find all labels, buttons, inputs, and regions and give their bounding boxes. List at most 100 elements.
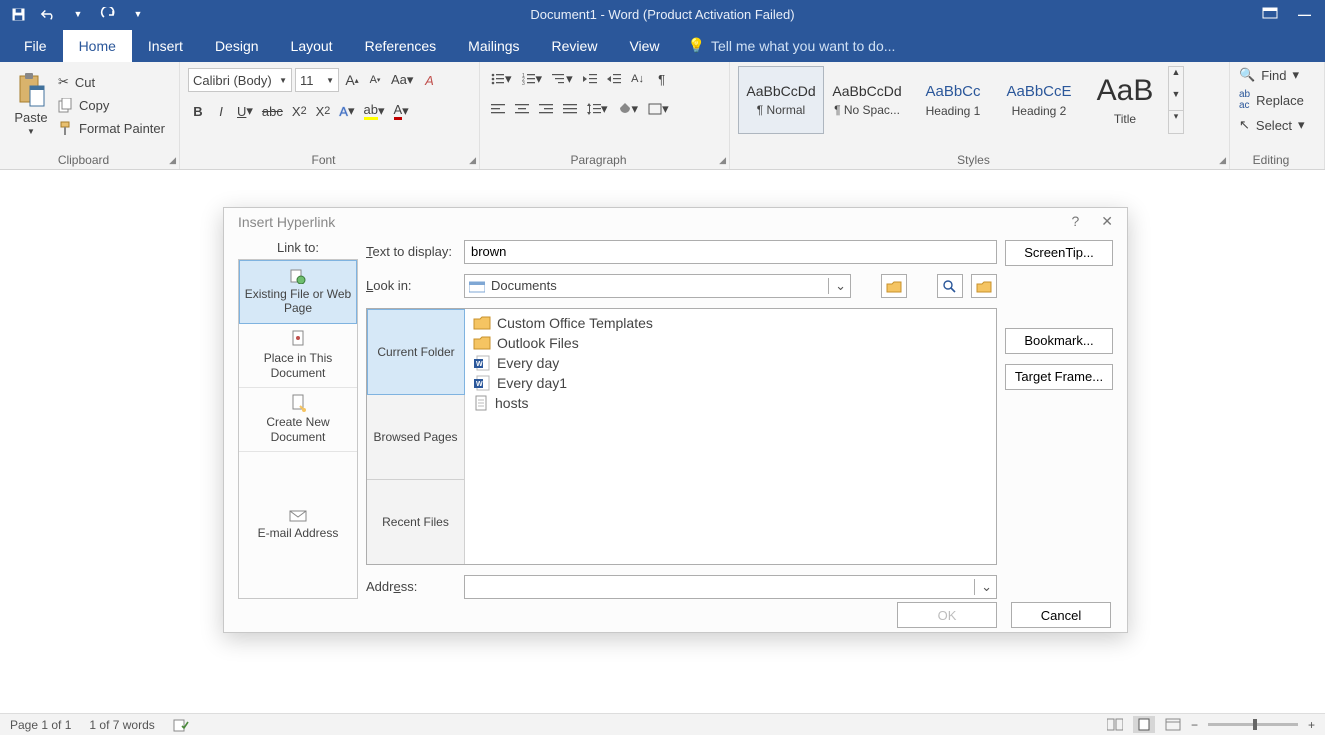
font-color-icon[interactable]: A▾ xyxy=(391,100,412,122)
align-right-icon[interactable] xyxy=(536,98,556,120)
linkto-create-new-document[interactable]: Create New Document xyxy=(239,388,357,452)
numbering-icon[interactable]: 123▾ xyxy=(519,68,546,90)
tab-references[interactable]: References xyxy=(349,30,453,62)
find-button[interactable]: 🔍Find ▾ xyxy=(1238,66,1316,84)
tab-insert[interactable]: Insert xyxy=(132,30,199,62)
bullets-icon[interactable]: ▾ xyxy=(488,68,515,90)
shrink-font-icon[interactable]: A▾ xyxy=(365,69,385,91)
screentip-button[interactable]: ScreenTip... xyxy=(1005,240,1113,266)
style-heading-1[interactable]: AaBbCcHeading 1 xyxy=(910,66,996,134)
print-layout-icon[interactable] xyxy=(1133,716,1155,733)
tab-view[interactable]: View xyxy=(613,30,675,62)
tab-review[interactable]: Review xyxy=(536,30,614,62)
sort-icon[interactable]: A↓ xyxy=(628,68,648,90)
style-heading-2[interactable]: AaBbCcEHeading 2 xyxy=(996,66,1082,134)
grow-font-icon[interactable]: A▴ xyxy=(342,69,362,91)
styles-scroll-down-icon[interactable]: ▼ xyxy=(1169,89,1183,111)
select-button[interactable]: ↖Select ▾ xyxy=(1238,116,1316,134)
undo-icon[interactable] xyxy=(40,6,56,22)
styles-more-icon[interactable]: ▾ xyxy=(1169,110,1183,133)
tab-home[interactable]: Home xyxy=(63,30,132,62)
zoom-in-icon[interactable]: + xyxy=(1308,718,1315,732)
tab-layout[interactable]: Layout xyxy=(275,30,349,62)
lookin-combo[interactable]: Documents ⌄ xyxy=(464,274,851,298)
cancel-button[interactable]: Cancel xyxy=(1011,602,1111,628)
multilevel-list-icon[interactable]: ▾ xyxy=(549,68,576,90)
save-icon[interactable] xyxy=(10,6,26,22)
paste-button[interactable]: Paste ▼ xyxy=(8,68,54,149)
style---normal[interactable]: AaBbCcDd¶ Normal xyxy=(738,66,824,134)
styles-scroll-up-icon[interactable]: ▲ xyxy=(1169,67,1183,89)
copy-button[interactable]: Copy xyxy=(54,96,169,115)
underline-button[interactable]: U▾ xyxy=(234,100,256,122)
linkto-place-in-this-document[interactable]: Place in This Document xyxy=(239,324,357,388)
zoom-slider[interactable] xyxy=(1208,723,1298,726)
browse-tab-recent-files[interactable]: Recent Files xyxy=(367,480,465,564)
file-item[interactable]: Custom Office Templates xyxy=(469,313,992,333)
line-spacing-icon[interactable]: ▾ xyxy=(584,98,611,120)
undo-dropdown-icon[interactable]: ▼ xyxy=(70,6,86,22)
clipboard-launcher-icon[interactable]: ◢ xyxy=(169,155,176,166)
ribbon-display-icon[interactable] xyxy=(1262,7,1278,22)
style---no-spac---[interactable]: AaBbCcDd¶ No Spac... xyxy=(824,66,910,134)
file-item[interactable]: WEvery day xyxy=(469,353,992,373)
zoom-out-icon[interactable]: − xyxy=(1191,718,1198,732)
tab-mailings[interactable]: Mailings xyxy=(452,30,535,62)
replace-button[interactable]: abacReplace xyxy=(1238,88,1316,112)
align-center-icon[interactable] xyxy=(512,98,532,120)
browse-web-icon[interactable] xyxy=(937,274,963,298)
spellcheck-icon[interactable] xyxy=(173,718,189,732)
up-folder-icon[interactable] xyxy=(881,274,907,298)
decrease-indent-icon[interactable] xyxy=(580,68,600,90)
help-icon[interactable]: ? xyxy=(1071,213,1079,230)
close-icon[interactable]: ✕ xyxy=(1101,213,1113,230)
font-size-combo[interactable]: 11▼ xyxy=(295,68,339,92)
italic-button[interactable]: I xyxy=(211,100,231,122)
font-name-combo[interactable]: Calibri (Body)▼ xyxy=(188,68,292,92)
linkto-icon xyxy=(290,394,306,412)
bookmark-button[interactable]: Bookmark... xyxy=(1005,328,1113,354)
show-marks-icon[interactable]: ¶ xyxy=(652,68,672,90)
shading-icon[interactable]: ▾ xyxy=(615,98,642,120)
align-left-icon[interactable] xyxy=(488,98,508,120)
font-launcher-icon[interactable]: ◢ xyxy=(469,155,476,166)
linkto-existing-file-or-web-page[interactable]: Existing File or Web Page xyxy=(239,260,357,324)
file-item[interactable]: hosts xyxy=(469,393,992,413)
address-combo[interactable]: ⌄ xyxy=(464,575,997,599)
paragraph-launcher-icon[interactable]: ◢ xyxy=(719,155,726,166)
redo-icon[interactable] xyxy=(100,6,116,22)
tell-me-search[interactable]: 💡 Tell me what you want to do... xyxy=(676,29,908,62)
tab-file[interactable]: File xyxy=(8,30,63,62)
cut-button[interactable]: ✂Cut xyxy=(54,72,169,92)
ok-button[interactable]: OK xyxy=(897,602,997,628)
highlight-icon[interactable]: ab▾ xyxy=(361,100,388,122)
borders-icon[interactable]: ▾ xyxy=(645,98,672,120)
increase-indent-icon[interactable] xyxy=(604,68,624,90)
text-to-display-input[interactable] xyxy=(464,240,997,264)
page-status[interactable]: Page 1 of 1 xyxy=(10,718,71,732)
file-item[interactable]: WEvery day1 xyxy=(469,373,992,393)
justify-icon[interactable] xyxy=(560,98,580,120)
file-item[interactable]: Outlook Files xyxy=(469,333,992,353)
web-layout-icon[interactable] xyxy=(1165,718,1181,731)
text-effects-icon[interactable]: A▾ xyxy=(336,100,357,122)
qat-customize-icon[interactable]: ▼ xyxy=(130,6,146,22)
superscript-button[interactable]: X2 xyxy=(313,100,334,122)
bold-button[interactable]: B xyxy=(188,100,208,122)
target-frame-button[interactable]: Target Frame... xyxy=(1005,364,1113,390)
browse-tab-browsed-pages[interactable]: Browsed Pages xyxy=(367,395,465,480)
format-painter-button[interactable]: Format Painter xyxy=(54,119,169,138)
clear-formatting-icon[interactable]: A xyxy=(419,69,439,91)
change-case-icon[interactable]: Aa▾ xyxy=(388,69,416,91)
subscript-button[interactable]: X2 xyxy=(289,100,310,122)
minimize-icon[interactable]: — xyxy=(1298,7,1311,22)
style-title[interactable]: AaBTitle xyxy=(1082,66,1168,134)
browse-file-icon[interactable] xyxy=(971,274,997,298)
word-count[interactable]: 1 of 7 words xyxy=(89,718,154,732)
styles-launcher-icon[interactable]: ◢ xyxy=(1219,155,1226,166)
strikethrough-button[interactable]: abc xyxy=(259,100,286,122)
browse-tab-current-folder[interactable]: Current Folder xyxy=(367,309,465,395)
tab-design[interactable]: Design xyxy=(199,30,275,62)
linkto-e-mail-address[interactable]: E-mail Address xyxy=(239,452,357,598)
read-mode-icon[interactable] xyxy=(1107,718,1123,731)
